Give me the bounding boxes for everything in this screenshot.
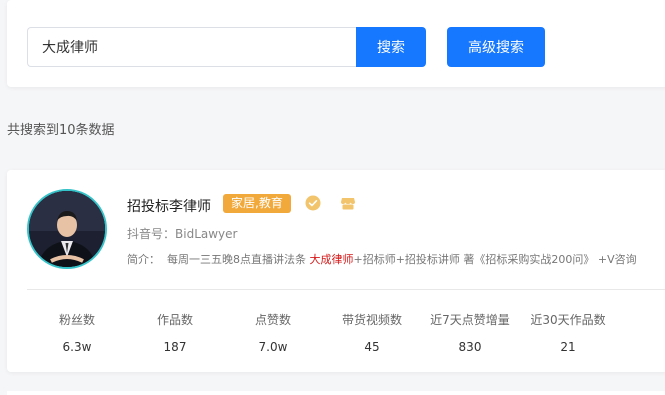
- stat-30day-works: 近30天作品数 21: [518, 311, 618, 354]
- stat-label: 近7天点赞增量: [430, 313, 510, 327]
- stat-likes: 点赞数 7.0w: [223, 311, 323, 354]
- intro-text-after: +招标师+招投标讲师 著《招标采购实战200问》 +V咨询: [353, 253, 637, 266]
- avatar-image: [29, 191, 105, 267]
- stat-label: 近30天作品数: [530, 313, 606, 327]
- stat-label: 作品数: [156, 313, 193, 327]
- stat-value: 830: [458, 340, 482, 354]
- intro-text-before: 每周一三五晚8点直播讲法条: [167, 253, 310, 266]
- result-count: 共搜索到10条数据: [7, 123, 115, 138]
- douyin-id-label: 抖音号：: [127, 227, 176, 241]
- category-tag: 家居,教育: [223, 194, 291, 213]
- search-panel: 搜索 高级搜索: [7, 0, 665, 87]
- stat-7day-likes: 近7天点赞增量 830: [420, 311, 520, 354]
- search-input[interactable]: [27, 27, 363, 67]
- stat-value: 6.3w: [62, 340, 92, 354]
- intro-label: 简介：: [127, 253, 160, 266]
- stat-value: 187: [163, 340, 187, 354]
- result-card[interactable]: 招投标李律师 家居,教育 抖音号：BidLawyer 简介： 每周一三五晚8点直…: [7, 170, 665, 372]
- stat-fans: 粉丝数 6.3w: [27, 311, 127, 354]
- advanced-search-button[interactable]: 高级搜索: [447, 27, 545, 67]
- intro-highlight: 大成律师: [309, 253, 354, 266]
- intro: 简介： 每周一三五晚8点直播讲法条 大成律师+招标师+招投标讲师 著《招标采购实…: [127, 251, 665, 267]
- stat-sales-videos: 带货视频数 45: [322, 311, 422, 354]
- avatar[interactable]: [27, 189, 107, 269]
- stat-label: 带货视频数: [341, 313, 402, 327]
- stat-works: 作品数 187: [125, 311, 225, 354]
- stat-label: 点赞数: [254, 313, 291, 327]
- divider: [27, 289, 665, 290]
- stat-value: 45: [364, 340, 380, 354]
- stat-value: 21: [560, 340, 576, 354]
- verified-check-icon: [305, 195, 321, 211]
- search-button[interactable]: 搜索: [356, 27, 426, 67]
- douyin-id-value: BidLawyer: [175, 227, 238, 241]
- account-name[interactable]: 招投标李律师: [127, 196, 211, 216]
- next-result-card[interactable]: [7, 391, 665, 395]
- shop-icon: [341, 198, 355, 210]
- douyin-id: 抖音号：BidLawyer: [127, 225, 237, 242]
- stat-label: 粉丝数: [58, 313, 95, 327]
- stat-value: 7.0w: [258, 340, 288, 354]
